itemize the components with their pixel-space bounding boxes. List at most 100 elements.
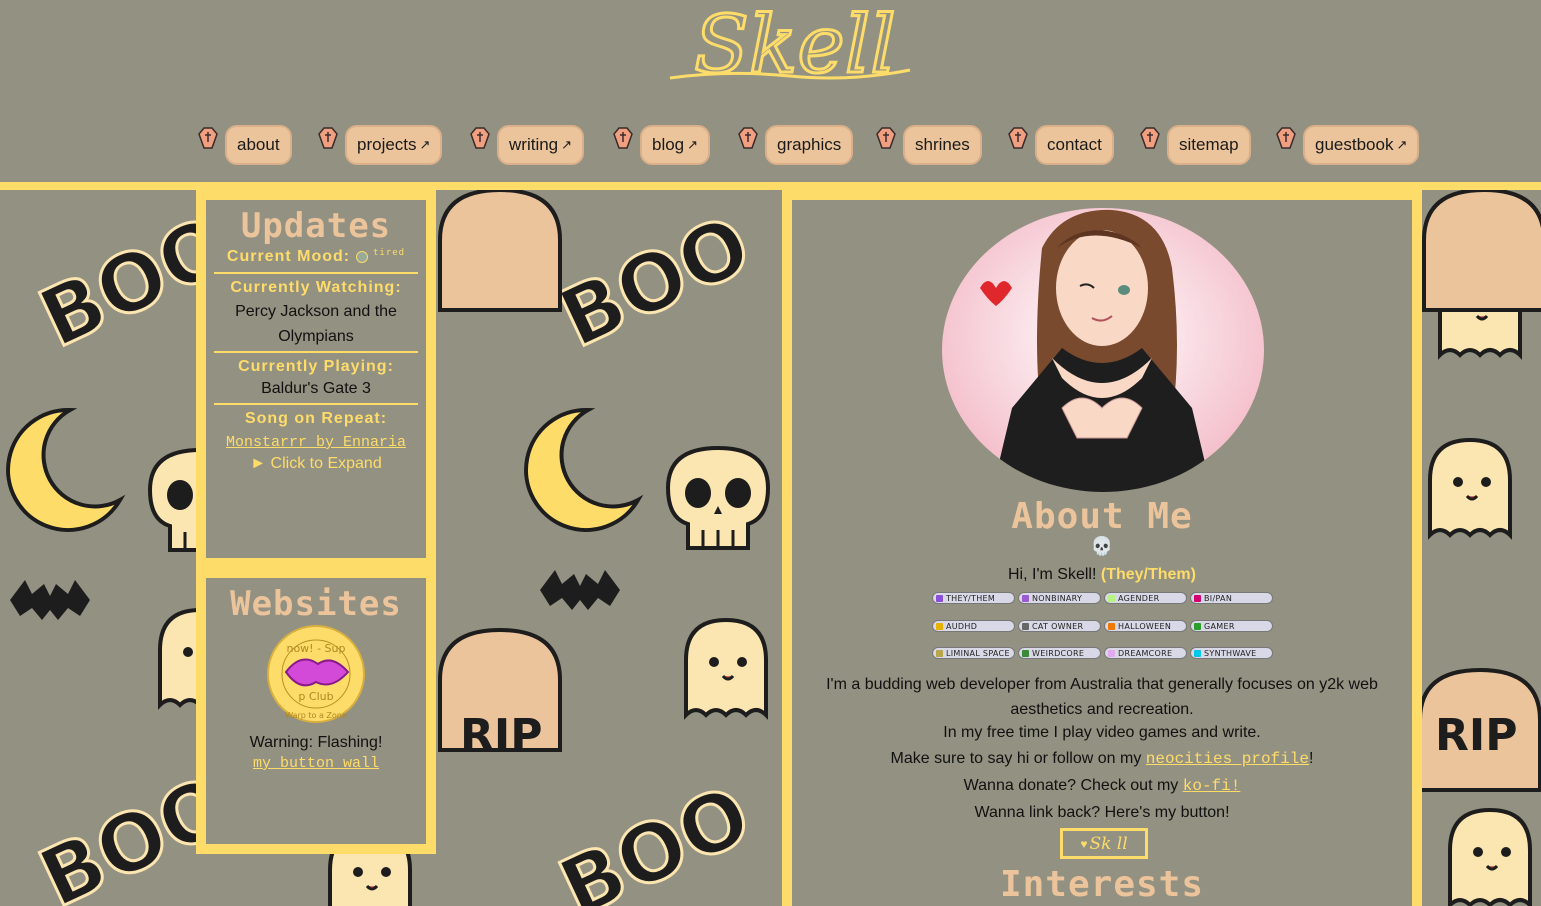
badge-label: NONBINARY <box>1032 593 1083 603</box>
svg-text:RIP: RIP <box>1435 710 1518 761</box>
external-link-icon: ↗ <box>419 137 431 152</box>
svg-text:BOO: BOO <box>546 768 764 906</box>
pronouns: (They/Them) <box>1100 566 1196 583</box>
coffin-icon <box>876 127 896 149</box>
interests-heading: Interests <box>999 864 1205 905</box>
neocities-link[interactable]: neocities profile <box>1146 750 1309 768</box>
badge-flag-icon <box>1022 594 1029 602</box>
badge-nonbinary: NONBINARY <box>1018 592 1101 604</box>
site-button[interactable]: ♥ Sk ll <box>1060 828 1148 859</box>
site-logo[interactable]: Skell <box>660 0 930 95</box>
nav-item-sitemap[interactable]: sitemap <box>1140 122 1251 168</box>
nav-link-shrines[interactable]: shrines <box>903 125 982 165</box>
neocities-suffix: ! <box>1309 750 1314 767</box>
playing-value: Baldur's Gate 3 <box>261 380 371 397</box>
nav-label: shrines <box>915 135 970 154</box>
mood-label: Current Mood: <box>226 248 351 265</box>
main-frame: About Me 💀 Hi, I'm Skell! (They/Them) TH… <box>782 190 1422 906</box>
nav-label: contact <box>1047 135 1102 154</box>
external-link-icon: ↗ <box>1396 137 1408 152</box>
badge-flag-icon <box>1022 649 1029 657</box>
nav-link-blog[interactable]: blog ↗ <box>640 125 711 165</box>
badge-flag-icon <box>936 649 943 657</box>
nav-link-guestbook[interactable]: guestbook ↗ <box>1303 125 1420 165</box>
badge-flag-icon <box>1194 622 1201 630</box>
playing-label: Currently Playing: <box>238 358 394 375</box>
mood-row: Current Mood: tired <box>206 248 426 266</box>
badge-dreamcore: DREAMCORE <box>1104 647 1187 659</box>
badge-bi-pan: BI/PAN <box>1190 592 1273 604</box>
nav-link-graphics[interactable]: graphics <box>765 125 854 165</box>
expand-toggle[interactable]: ► Click to Expand <box>206 455 426 473</box>
kofi-link[interactable]: ko-fi! <box>1183 777 1241 795</box>
coffin-icon <box>613 127 633 149</box>
supp-club-button[interactable]: now! - Sup p Club Warp to a Zone <box>266 624 366 724</box>
divider <box>214 403 418 405</box>
badge-flag-icon <box>936 594 943 602</box>
skull-icon: 💀 <box>1090 536 1114 556</box>
badge-label: CAT OWNER <box>1032 621 1084 631</box>
svg-text:Warp to a Zone: Warp to a Zone <box>285 711 347 720</box>
badge-flag-icon <box>1108 622 1115 630</box>
song-link[interactable]: Monstarrr by Ennaria <box>206 434 426 451</box>
flashing-warning: Warning: Flashing! <box>249 734 383 751</box>
avatar <box>942 208 1264 492</box>
svg-text:now! - Sup: now! - Sup <box>286 642 345 655</box>
badge-flag-icon <box>936 622 943 630</box>
coffin-icon <box>1276 127 1296 149</box>
nav-link-sitemap[interactable]: sitemap <box>1167 125 1251 165</box>
nav-link-writing[interactable]: writing ↗ <box>497 125 585 165</box>
svg-text:p Club: p Club <box>298 690 333 703</box>
nav-label: sitemap <box>1179 135 1239 154</box>
badge-label: AGENDER <box>1118 593 1160 603</box>
song-label: Song on Repeat: <box>244 410 388 427</box>
button-wall-link[interactable]: my button wall <box>206 755 426 772</box>
badge-synthwave: SYNTHWAVE <box>1190 647 1273 659</box>
main-nav: about projects ↗ writing ↗ blog ↗ graphics shrin… <box>0 122 1541 172</box>
nav-item-blog[interactable]: blog ↗ <box>613 122 711 168</box>
site-header: Skell about projects ↗ writing ↗ blog ↗ graphic… <box>0 0 1541 182</box>
badge-gamer: GAMER <box>1190 620 1273 632</box>
nav-item-shrines[interactable]: shrines <box>876 122 982 168</box>
nav-link-projects[interactable]: projects ↗ <box>345 125 443 165</box>
badge-agender: AGENDER <box>1104 592 1187 604</box>
nav-item-projects[interactable]: projects ↗ <box>318 122 443 168</box>
divider <box>214 272 418 274</box>
svg-text:BOO: BOO <box>546 198 764 366</box>
coffin-icon <box>318 127 338 149</box>
nav-item-writing[interactable]: writing ↗ <box>470 122 585 168</box>
badge-they-them: THEY/THEM <box>932 592 1015 604</box>
header-divider <box>0 182 1541 190</box>
sidebar: Updates Current Mood: tired Currently Wa… <box>196 190 436 854</box>
badge-flag-icon <box>1108 649 1115 657</box>
about-heading: About Me <box>1011 496 1193 537</box>
nav-link-contact[interactable]: contact <box>1035 125 1114 165</box>
divider <box>214 351 418 353</box>
nav-item-guestbook[interactable]: guestbook ↗ <box>1276 122 1420 168</box>
svg-text:RIP: RIP <box>460 710 543 761</box>
badge-liminal-space: LIMINAL SPACE <box>932 647 1015 659</box>
external-link-icon: ↗ <box>687 137 699 152</box>
coffin-icon <box>470 127 490 149</box>
badge-cat-owner: CAT OWNER <box>1018 620 1101 632</box>
nav-link-about[interactable]: about <box>225 125 292 165</box>
badge-label: AUDHD <box>946 621 978 631</box>
websites-panel: Websites now! - Sup p Club Warp to a Zon… <box>204 576 428 846</box>
linkback-text: Wanna link back? Here's my button! <box>974 804 1230 821</box>
badge-label: SYNTHWAVE <box>1204 648 1257 658</box>
badge-label: DREAMCORE <box>1118 648 1173 658</box>
site-button-text: Sk ll <box>1089 833 1128 854</box>
nav-label: projects <box>357 135 417 154</box>
coffin-icon <box>738 127 758 149</box>
heart-icon: ♥ <box>1080 836 1088 851</box>
nav-item-contact[interactable]: contact <box>1008 122 1114 168</box>
badge-label: THEY/THEM <box>946 593 996 603</box>
badge-flag-icon <box>1194 649 1201 657</box>
donate-prefix: Wanna donate? Check out my <box>963 777 1183 794</box>
nav-label: writing <box>509 135 559 154</box>
badge-flag-icon <box>1108 594 1115 602</box>
nav-item-graphics[interactable]: graphics <box>738 122 854 168</box>
nav-item-about[interactable]: about <box>198 122 292 168</box>
websites-title: Websites <box>230 584 402 624</box>
badge-label: BI/PAN <box>1204 593 1233 603</box>
